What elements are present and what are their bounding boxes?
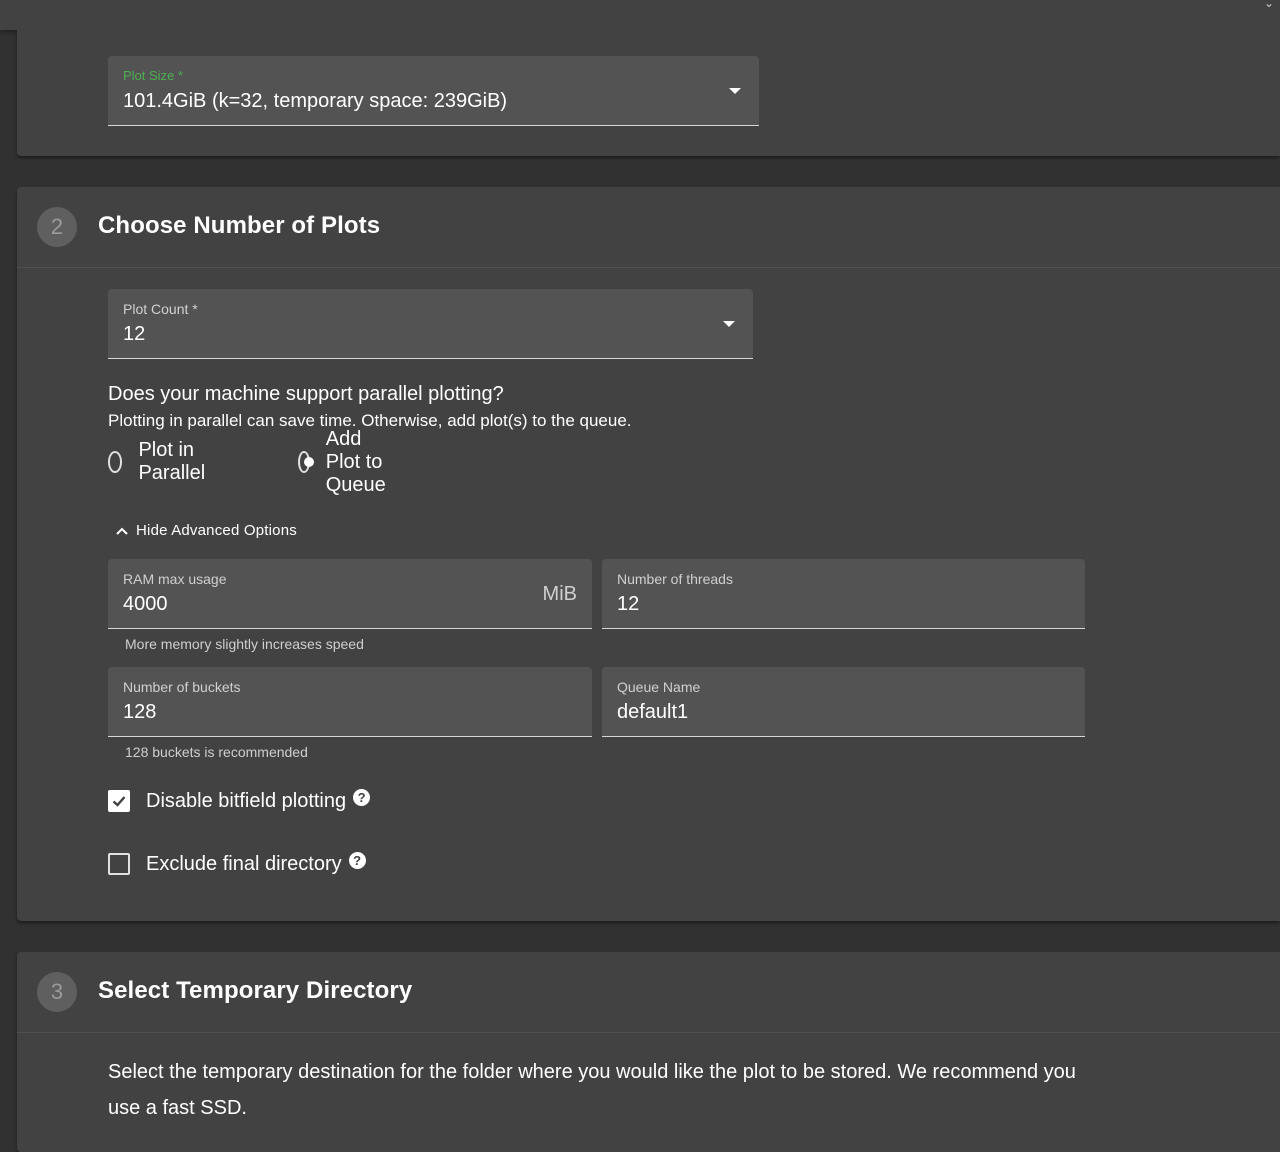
threads-label: Number of threads <box>617 571 733 587</box>
number-of-buckets-field[interactable]: Number of buckets 128 <box>108 667 592 737</box>
buckets-label: Number of buckets <box>123 679 241 695</box>
checkbox-checked-icon[interactable] <box>108 790 130 812</box>
chevron-up-icon <box>116 527 128 535</box>
dropdown-arrow-icon <box>729 88 741 94</box>
threads-value: 12 <box>617 593 640 615</box>
top-app-bar: ⌄ <box>0 0 1280 30</box>
chevron-down-icon[interactable]: ⌄ <box>1264 0 1274 10</box>
radio-add-plot-to-queue[interactable]: Add Plot to Queue <box>298 428 396 496</box>
exclude-final-directory-checkbox-row[interactable]: Exclude final directory ? <box>108 851 366 877</box>
ram-label: RAM max usage <box>123 571 227 587</box>
plot-count-select[interactable]: Plot Count * 12 <box>108 289 753 359</box>
step-number-badge: 2 <box>37 207 77 247</box>
radio-plot-in-parallel[interactable]: Plot in Parallel <box>108 439 213 484</box>
choose-plots-card: 2 Choose Number of Plots Plot Count * 12… <box>17 187 1280 921</box>
parallel-question: Does your machine support parallel plott… <box>108 383 504 405</box>
card-title: Choose Number of Plots <box>98 212 381 239</box>
plot-size-value: 101.4GiB (k=32, temporary space: 239GiB) <box>123 90 508 112</box>
buckets-value: 128 <box>123 701 157 723</box>
queue-name-value: default1 <box>617 701 689 723</box>
buckets-helper-text: 128 buckets is recommended <box>125 744 308 760</box>
exclude-final-label: Exclude final directory <box>146 852 342 875</box>
ram-max-usage-field[interactable]: RAM max usage 4000 MiB <box>108 559 592 629</box>
checkmark-icon <box>112 796 126 807</box>
card-header: 3 Select Temporary Directory <box>17 952 1280 1033</box>
question-circle-icon[interactable]: ? <box>348 851 366 869</box>
disable-bitfield-checkbox-row[interactable]: Disable bitfield plotting ? <box>108 788 371 814</box>
dropdown-arrow-icon <box>723 321 735 327</box>
plot-size-label: Plot Size * <box>123 68 183 83</box>
question-circle-icon[interactable]: ? <box>353 788 371 806</box>
card-header: 2 Choose Number of Plots <box>17 187 1280 268</box>
radio-unchecked-icon[interactable] <box>108 451 123 473</box>
ram-value: 4000 <box>123 593 168 615</box>
plot-count-label: Plot Count * <box>123 301 198 317</box>
plot-count-value: 12 <box>123 323 146 345</box>
advanced-toggle-label: Hide Advanced Options <box>136 522 297 539</box>
ram-unit: MiB <box>542 583 577 605</box>
radio-checked-icon[interactable] <box>298 451 314 473</box>
disable-bitfield-label: Disable bitfield plotting <box>146 789 347 812</box>
queue-name-field[interactable]: Queue Name default1 <box>602 667 1085 737</box>
radio-label: Add Plot to Queue <box>325 427 386 496</box>
ram-helper-text: More memory slightly increases speed <box>125 636 364 652</box>
radio-label: Plot in Parallel <box>138 439 206 484</box>
checkbox-unchecked-icon[interactable] <box>108 853 130 875</box>
step-number-badge: 3 <box>37 972 77 1012</box>
plot-size-card: Plot Size * 101.4GiB (k=32, temporary sp… <box>17 30 1280 156</box>
card-title: Select Temporary Directory <box>98 977 413 1004</box>
number-of-threads-field[interactable]: Number of threads 12 <box>602 559 1085 629</box>
hide-advanced-options-button[interactable]: Hide Advanced Options <box>114 522 297 539</box>
temporary-directory-description: Select the temporary destination for the… <box>108 1061 1076 1119</box>
queue-name-label: Queue Name <box>617 679 701 695</box>
plot-size-select[interactable]: Plot Size * 101.4GiB (k=32, temporary sp… <box>108 56 759 126</box>
temporary-directory-card: 3 Select Temporary Directory Select the … <box>17 952 1280 1152</box>
